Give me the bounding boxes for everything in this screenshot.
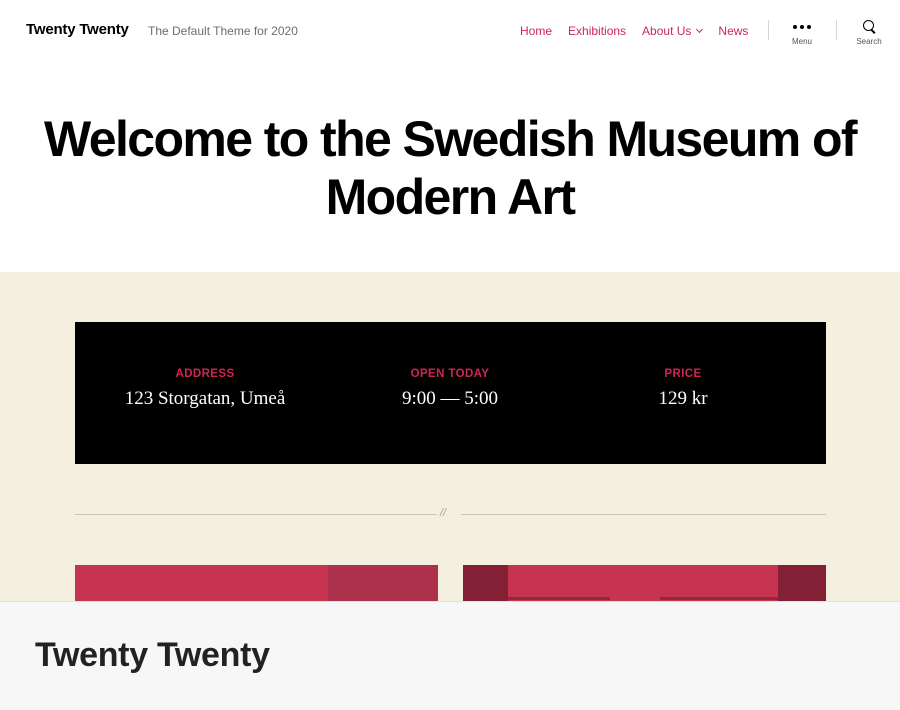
info-value: 129 kr: [658, 388, 708, 409]
search-toggle-button[interactable]: Search: [849, 20, 889, 46]
search-icon: [862, 20, 876, 33]
nav-separator: [836, 20, 837, 40]
info-address: ADDRESS 123 Storgatan, Umeå: [80, 368, 330, 410]
info-price: PRICE 129 kr: [558, 368, 808, 410]
section-divider: //: [75, 507, 826, 519]
image-card[interactable]: [463, 565, 826, 605]
nav-item-about-us[interactable]: About Us: [642, 24, 704, 38]
nav-item-exhibitions[interactable]: Exhibitions: [568, 24, 626, 38]
chevron-down-icon: [696, 25, 704, 34]
menu-toggle-label: Menu: [791, 37, 812, 46]
bottom-title: Twenty Twenty: [35, 636, 270, 674]
info-value: 123 Storgatan, Umeå: [124, 388, 286, 409]
primary-menu: Home Exhibitions About Us News: [520, 24, 764, 38]
page-hero: Welcome to the Swedish Museum of Modern …: [0, 62, 900, 272]
ellipsis-icon: [782, 20, 822, 33]
info-box: ADDRESS 123 Storgatan, Umeå OPEN TODAY 9…: [75, 322, 826, 464]
nav-item-news[interactable]: News: [718, 24, 748, 38]
site-description: The Default Theme for 2020: [148, 24, 298, 38]
bottom-title-bar: Twenty Twenty: [0, 601, 900, 710]
image-card[interactable]: [75, 565, 438, 605]
site-header: Twenty Twenty The Default Theme for 2020…: [0, 0, 900, 62]
nav-item-label: News: [718, 24, 749, 38]
divider-mark: //: [440, 507, 447, 519]
site-title[interactable]: Twenty Twenty: [26, 21, 129, 38]
nav-item-label: Exhibitions: [568, 24, 627, 38]
page-title: Welcome to the Swedish Museum of Modern …: [44, 111, 857, 225]
info-open-today: OPEN TODAY 9:00 — 5:00: [325, 368, 575, 410]
page-content: ADDRESS 123 Storgatan, Umeå OPEN TODAY 9…: [0, 272, 900, 605]
nav-separator: [768, 20, 769, 40]
info-label: OPEN TODAY: [410, 368, 490, 380]
search-toggle-label: Search: [856, 37, 882, 46]
info-label: PRICE: [664, 368, 702, 380]
menu-toggle-button[interactable]: Menu: [782, 20, 822, 46]
nav-item-home[interactable]: Home: [520, 24, 552, 38]
info-value: 9:00 — 5:00: [401, 388, 499, 409]
info-label: ADDRESS: [175, 368, 235, 380]
nav-item-label: About Us: [642, 24, 692, 38]
nav-item-label: Home: [520, 24, 553, 38]
